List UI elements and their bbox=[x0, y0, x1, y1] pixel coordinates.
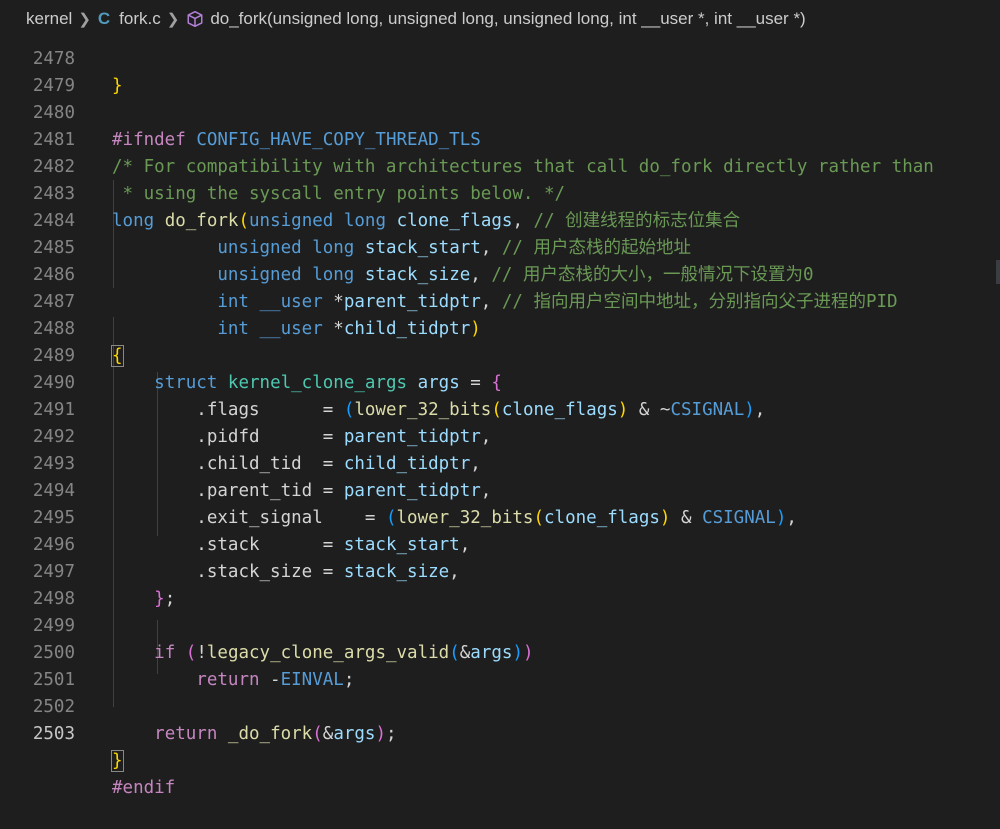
method-cube-icon bbox=[187, 10, 203, 28]
code-line[interactable]: 2482 * using the syscall entry points be… bbox=[0, 127, 1000, 204]
code-line[interactable]: 2492 .child_tid = child_tidptr, bbox=[0, 397, 1000, 474]
code-line[interactable]: 2483 long do_fork(unsigned long clone_fl… bbox=[0, 154, 1000, 231]
breadcrumb-folder[interactable]: kernel bbox=[26, 9, 72, 29]
code-line[interactable]: 2494 .exit_signal = (lower_32_bits(clone… bbox=[0, 451, 1000, 528]
code-line[interactable]: 2498 bbox=[0, 559, 1000, 609]
breadcrumb: kernel ❯ C fork.c ❯ do_fork(unsigned lon… bbox=[0, 0, 1000, 38]
code-line[interactable]: 2500 return -EINVAL; bbox=[0, 613, 1000, 690]
code-line[interactable]: 2493 .parent_tid = parent_tidptr, bbox=[0, 424, 1000, 501]
code-line[interactable]: 2485 unsigned long stack_size, // 用户态栈的大… bbox=[0, 208, 1000, 285]
code-line[interactable]: 2484 unsigned long stack_start, // 用户态栈的… bbox=[0, 181, 1000, 258]
code-text: } bbox=[111, 750, 124, 772]
chevron-right-icon: ❯ bbox=[166, 11, 180, 28]
code-line[interactable]: #endif bbox=[0, 721, 1000, 798]
code-line[interactable]: 2491 .pidfd = parent_tidptr, bbox=[0, 370, 1000, 447]
code-text: #endif bbox=[112, 778, 176, 798]
breadcrumb-file[interactable]: fork.c bbox=[119, 9, 161, 29]
code-line[interactable]: 2479 bbox=[0, 46, 1000, 96]
code-editor[interactable]: 2478 } 2479 2480 #ifndef CONFIG_HAVE_COP… bbox=[0, 0, 1000, 798]
code-line[interactable]: 2499 if (!legacy_clone_args_valid(&args)… bbox=[0, 586, 1000, 663]
breadcrumb-symbol[interactable]: do_fork(unsigned long, unsigned long, un… bbox=[210, 9, 805, 29]
code-line[interactable]: 2486 int __user *parent_tidptr, // 指向用户空… bbox=[0, 235, 1000, 312]
code-line[interactable]: 2490 .flags = (lower_32_bits(clone_flags… bbox=[0, 343, 1000, 420]
code-line[interactable]: 2480 #ifndef CONFIG_HAVE_COPY_THREAD_TLS bbox=[0, 73, 1000, 150]
c-file-icon: C bbox=[97, 9, 111, 28]
code-line[interactable]: 2497 }; bbox=[0, 532, 1000, 609]
code-line-current[interactable]: 2503 } bbox=[0, 694, 1000, 772]
code-line[interactable]: 2488 { bbox=[0, 289, 1000, 367]
code-line[interactable]: 2487 int __user *child_tidptr) bbox=[0, 262, 1000, 339]
code-line[interactable]: 2481 /* For compatibility with architect… bbox=[0, 100, 1000, 177]
code-line[interactable]: 2489 struct kernel_clone_args args = { bbox=[0, 316, 1000, 393]
chevron-right-icon: ❯ bbox=[78, 11, 91, 28]
code-line[interactable]: 2502 return _do_fork(&args); bbox=[0, 667, 1000, 744]
code-line[interactable]: 2495 .stack = stack_start, bbox=[0, 478, 1000, 555]
code-line[interactable]: 2501 bbox=[0, 640, 1000, 690]
code-line[interactable]: 2496 .stack_size = stack_size, bbox=[0, 505, 1000, 582]
